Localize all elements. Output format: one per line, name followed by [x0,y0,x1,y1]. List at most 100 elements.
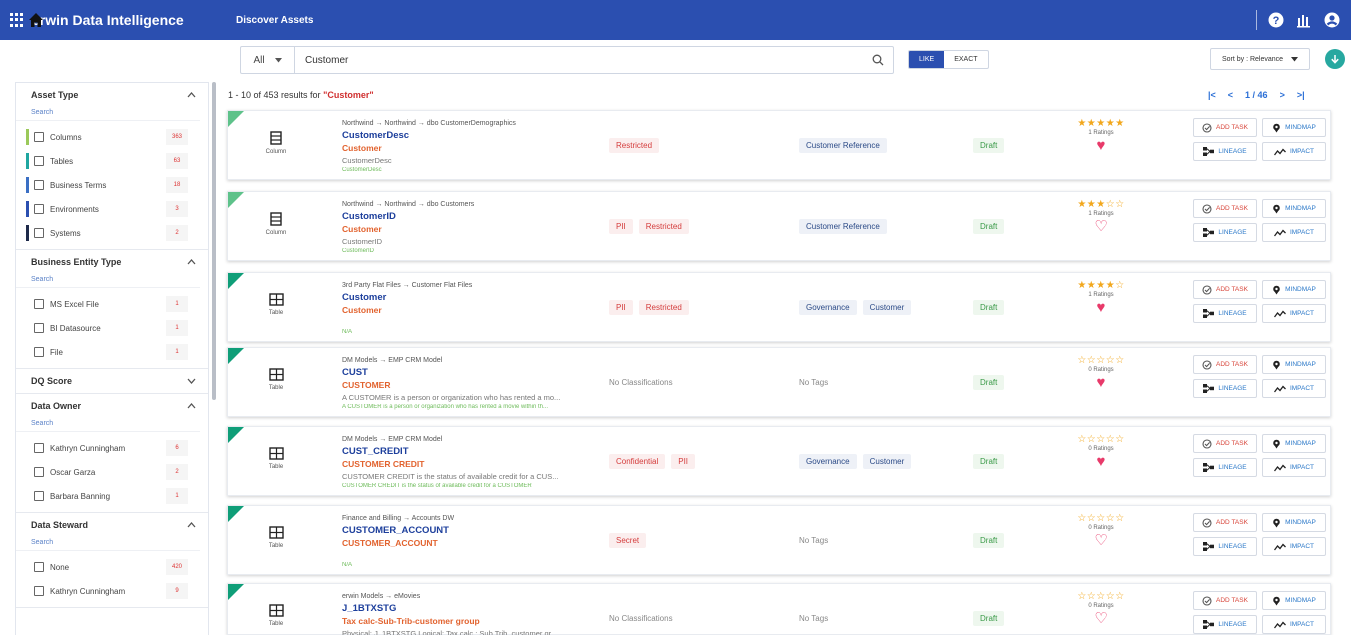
last-page-icon[interactable]: >| [1297,90,1305,100]
favorite-heart-icon[interactable]: ♡ [1066,219,1136,234]
download-icon[interactable] [1325,49,1345,69]
facet-item[interactable]: BI Datasource 1 [16,316,208,340]
facet-checkbox[interactable] [34,443,44,453]
sort-dropdown[interactable]: Sort by : Relevance [1210,48,1310,70]
prev-page-icon[interactable]: < [1228,90,1233,100]
classification-chip[interactable]: PII [609,219,633,234]
tag-chip[interactable]: Customer [862,300,912,315]
facet-header[interactable]: Asset Type [16,83,208,107]
chevron-up-icon[interactable] [187,522,196,528]
impact-button[interactable]: IMPACT [1262,379,1326,398]
favorite-heart-icon[interactable]: ♡ [1066,611,1136,626]
facet-checkbox[interactable] [34,323,44,333]
lineage-button[interactable]: LINEAGE [1193,223,1257,242]
mindmap-button[interactable]: MINDMAP [1262,118,1326,137]
facet-item[interactable]: Systems 2 [16,221,208,245]
classification-chip[interactable]: Confidential [609,454,666,469]
facet-item[interactable]: Kathryn Cunningham 9 [16,579,208,603]
impact-button[interactable]: IMPACT [1262,223,1326,242]
star-rating[interactable]: ★★★★☆ [1066,281,1136,291]
facet-checkbox[interactable] [34,180,44,190]
first-page-icon[interactable]: |< [1208,90,1216,100]
classification-chip[interactable]: PII [609,300,633,315]
tag-chip[interactable]: Customer [862,454,912,469]
favorite-heart-icon[interactable]: ♥ [1066,454,1136,469]
mindmap-button[interactable]: MINDMAP [1262,199,1326,218]
facet-header[interactable]: Data Steward [16,513,208,537]
tag-chip[interactable]: Governance [799,300,857,315]
favorite-heart-icon[interactable]: ♥ [1066,375,1136,390]
asset-card[interactable]: Table 3rd Party Flat Files → Customer Fla… [227,272,1331,342]
classification-chip[interactable]: Restricted [609,138,660,153]
favorite-heart-icon[interactable]: ♡ [1066,533,1136,548]
facet-header[interactable]: DQ Score [16,369,208,393]
sidebar-scrollbar[interactable] [212,82,216,400]
exact-toggle[interactable]: EXACT [944,51,987,68]
lineage-button[interactable]: LINEAGE [1193,379,1257,398]
star-rating[interactable]: ☆☆☆☆☆ [1066,592,1136,602]
tag-chip[interactable]: Customer Reference [799,219,887,234]
add-task-button[interactable]: ADD TASK [1193,118,1257,137]
mindmap-button[interactable]: MINDMAP [1262,513,1326,532]
facet-item[interactable]: Columns 363 [16,125,208,149]
add-task-button[interactable]: ADD TASK [1193,434,1257,453]
favorite-heart-icon[interactable]: ♥ [1066,300,1136,315]
home-icon[interactable] [28,12,44,30]
asset-card[interactable]: Table erwin Models → eMovies J_1BTXSTG Tax … [227,583,1331,635]
user-account-icon[interactable] [1323,11,1341,29]
star-rating[interactable]: ☆☆☆☆☆ [1066,356,1136,366]
facet-checkbox[interactable] [34,299,44,309]
like-toggle[interactable]: LIKE [909,51,945,68]
impact-button[interactable]: IMPACT [1262,142,1326,161]
mindmap-button[interactable]: MINDMAP [1262,434,1326,453]
asset-card[interactable]: Table DM Models → EMP CRM Model CUST_CREDI… [227,426,1331,496]
facet-item[interactable]: Kathryn Cunningham 6 [16,436,208,460]
facet-search-input[interactable]: Search [16,537,200,551]
classification-chip[interactable]: Restricted [638,300,689,315]
asset-name-link[interactable]: CUSTOMER_ACCOUNT [342,525,449,536]
lineage-button[interactable]: LINEAGE [1193,615,1257,634]
tag-chip[interactable]: Governance [799,454,857,469]
search-input[interactable] [295,54,863,66]
tag-chip[interactable]: Customer Reference [799,138,887,153]
next-page-icon[interactable]: > [1280,90,1285,100]
asset-name-link[interactable]: CUST [342,367,368,378]
classification-chip[interactable]: Secret [609,533,647,548]
facet-checkbox[interactable] [34,586,44,596]
facet-item[interactable]: MS Excel File 1 [16,292,208,316]
star-rating[interactable]: ★★★☆☆ [1066,200,1136,210]
add-task-button[interactable]: ADD TASK [1193,280,1257,299]
facet-checkbox[interactable] [34,132,44,142]
chevron-up-icon[interactable] [187,259,196,265]
asset-name-link[interactable]: CustomerDesc [342,130,409,141]
facet-item[interactable]: Tables 63 [16,149,208,173]
facet-search-input[interactable]: Search [16,107,200,121]
lineage-button[interactable]: LINEAGE [1193,458,1257,477]
classification-chip[interactable]: PII [671,454,696,469]
asset-name-link[interactable]: J_1BTXSTG [342,603,396,614]
facet-checkbox[interactable] [34,562,44,572]
facet-search-input[interactable]: Search [16,274,200,288]
facet-item[interactable]: Business Terms 18 [16,173,208,197]
chevron-up-icon[interactable] [187,92,196,98]
asset-card[interactable]: Table DM Models → EMP CRM Model CUST CUSTOM… [227,347,1331,417]
add-task-button[interactable]: ADD TASK [1193,591,1257,610]
asset-card[interactable]: Column Northwind → Northwind → dbo Custom… [227,110,1331,180]
facet-checkbox[interactable] [34,228,44,238]
search-scope-dropdown[interactable]: All [241,47,295,73]
favorite-heart-icon[interactable]: ♥ [1066,138,1136,153]
add-task-button[interactable]: ADD TASK [1193,513,1257,532]
help-icon[interactable]: ? [1267,11,1285,29]
asset-card[interactable]: Table Finance and Billing → Accounts DW CU… [227,505,1331,575]
impact-button[interactable]: IMPACT [1262,615,1326,634]
facet-item[interactable]: Oscar Garza 2 [16,460,208,484]
facet-item[interactable]: None 420 [16,555,208,579]
mindmap-button[interactable]: MINDMAP [1262,355,1326,374]
facet-item[interactable]: Barbara Banning 1 [16,484,208,508]
star-rating[interactable]: ★★★★★ [1066,119,1136,129]
chevron-up-icon[interactable] [187,403,196,409]
lineage-button[interactable]: LINEAGE [1193,537,1257,556]
mindmap-button[interactable]: MINDMAP [1262,280,1326,299]
facet-checkbox[interactable] [34,156,44,166]
facet-item[interactable]: File 1 [16,340,208,364]
